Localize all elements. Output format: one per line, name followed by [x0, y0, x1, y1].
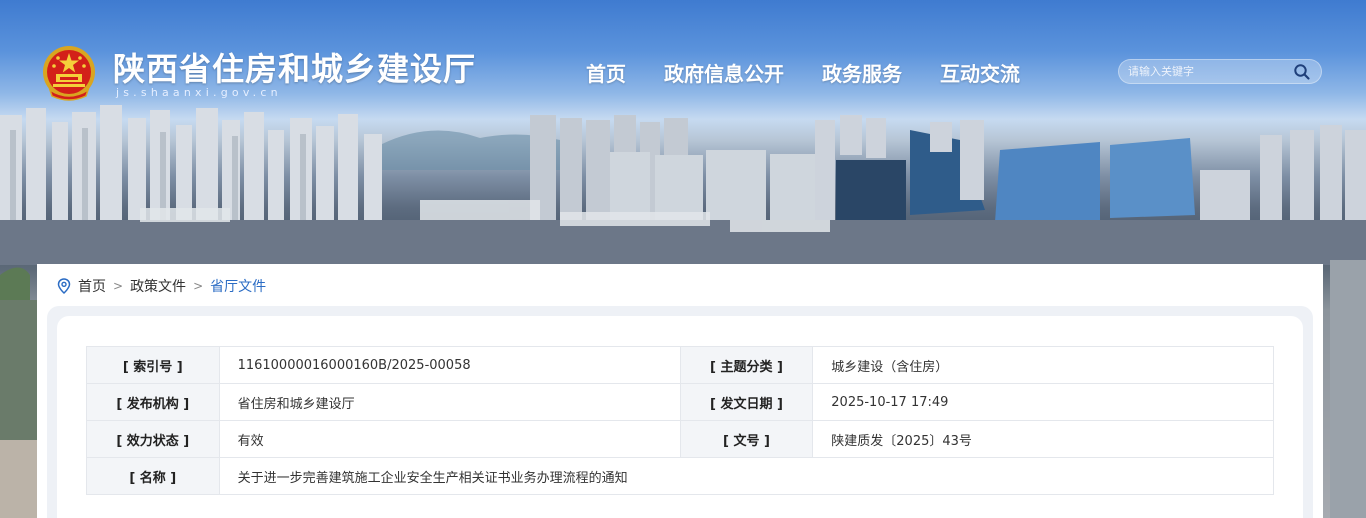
content-card: 首页 > 政策文件 > 省厅文件 [ 索引号 ] 116100000160001… [37, 264, 1323, 518]
search-icon[interactable] [1293, 63, 1311, 81]
document-info-card: [ 索引号 ] 11610000016000160B/2025-00058 [ … [57, 316, 1303, 518]
breadcrumb-dept-docs[interactable]: 省厅文件 [210, 276, 266, 296]
table-row: [ 名称 ] 关于进一步完善建筑施工企业安全生产相关证书业务办理流程的通知 [86, 457, 1275, 495]
breadcrumb: 首页 > 政策文件 > 省厅文件 [57, 276, 266, 296]
doc-no-value: 陕建质发〔2025〕43号 [812, 420, 1274, 458]
doc-no-label: [ 文号 ] [679, 420, 814, 458]
date-value: 2025-10-17 17:49 [812, 383, 1274, 421]
nav-item-gov-info[interactable]: 政府信息公开 [664, 58, 784, 87]
table-row: [ 索引号 ] 11610000016000160B/2025-00058 [ … [86, 346, 1274, 384]
index-no-value: 11610000016000160B/2025-00058 [218, 346, 681, 384]
breadcrumb-separator: > [193, 279, 204, 293]
date-label: [ 发文日期 ] [679, 383, 814, 421]
nav-item-home[interactable]: 首页 [586, 58, 626, 87]
status-label: [ 效力状态 ] [86, 420, 220, 458]
breadcrumb-separator: > [113, 279, 124, 293]
breadcrumb-policy-docs[interactable]: 政策文件 [130, 276, 186, 296]
table-row: [ 发布机构 ] 省住房和城乡建设厅 [ 发文日期 ] 2025-10-17 1… [86, 383, 1274, 421]
national-emblem-icon [43, 46, 95, 101]
status-value: 有效 [218, 420, 681, 458]
index-no-label: [ 索引号 ] [86, 346, 220, 384]
nav-item-interaction[interactable]: 互动交流 [940, 58, 1020, 87]
main-nav: 首页 政府信息公开 政务服务 互动交流 [586, 58, 1058, 87]
location-pin-icon [57, 278, 71, 294]
name-label: [ 名称 ] [86, 457, 220, 495]
name-value: 关于进一步完善建筑施工企业安全生产相关证书业务办理流程的通知 [218, 457, 1275, 495]
site-domain: js.shaanxi.gov.cn [116, 86, 282, 99]
search-box [1118, 59, 1322, 84]
nav-item-services[interactable]: 政务服务 [822, 58, 902, 87]
document-info-panel: [ 索引号 ] 11610000016000160B/2025-00058 [ … [47, 306, 1313, 518]
document-info-table: [ 索引号 ] 11610000016000160B/2025-00058 [ … [86, 346, 1275, 495]
search-input[interactable] [1128, 63, 1278, 80]
table-row: [ 效力状态 ] 有效 [ 文号 ] 陕建质发〔2025〕43号 [86, 420, 1274, 458]
issuer-label: [ 发布机构 ] [86, 383, 220, 421]
topic-label: [ 主题分类 ] [679, 346, 814, 384]
site-title[interactable]: 陕西省住房和城乡建设厅 [113, 44, 476, 90]
issuer-value: 省住房和城乡建设厅 [218, 383, 681, 421]
topic-value: 城乡建设（含住房） [812, 346, 1274, 384]
breadcrumb-home[interactable]: 首页 [78, 276, 106, 296]
